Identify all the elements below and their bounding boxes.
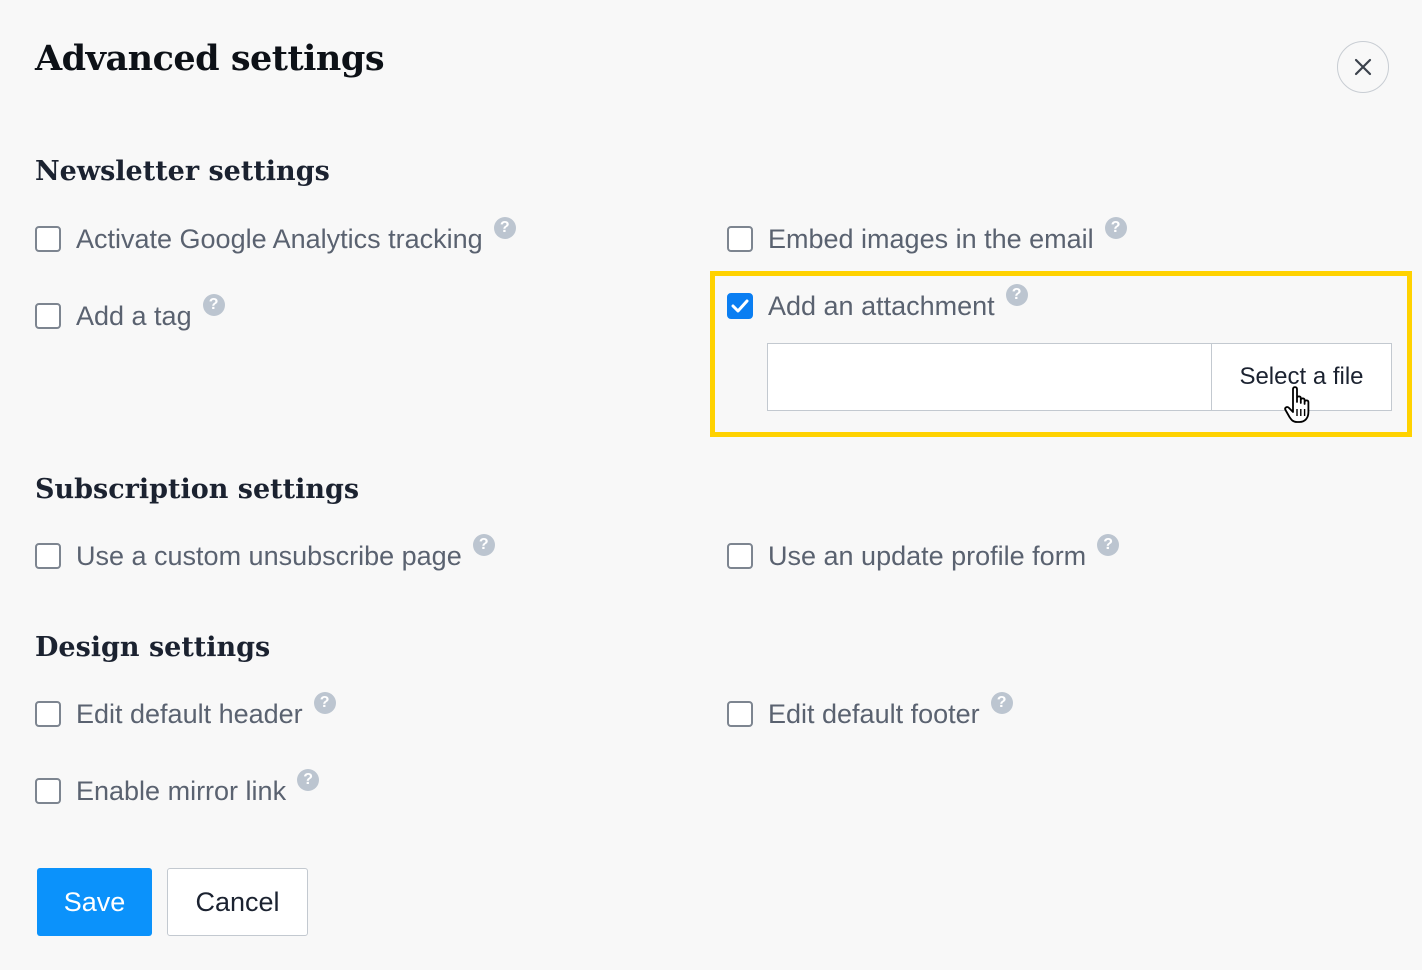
mirror-link-checkbox[interactable] [35, 778, 61, 804]
page-title: Advanced settings [35, 38, 385, 79]
newsletter-settings-heading: Newsletter settings [35, 156, 330, 187]
option-add-attachment[interactable]: Add an attachment ? [727, 284, 1028, 326]
custom-unsubscribe-label: Use a custom unsubscribe page [76, 540, 462, 571]
add-attachment-label: Add an attachment [768, 290, 995, 321]
google-analytics-checkbox[interactable] [35, 226, 61, 252]
close-button[interactable] [1337, 41, 1389, 93]
update-profile-label: Use an update profile form [768, 540, 1087, 571]
embed-images-checkbox[interactable] [727, 226, 753, 252]
select-file-button[interactable]: Select a file [1211, 344, 1391, 410]
help-icon[interactable]: ? [1104, 217, 1127, 239]
mirror-link-label: Enable mirror link [76, 775, 287, 806]
help-icon[interactable]: ? [1005, 284, 1028, 306]
help-icon[interactable]: ? [202, 294, 225, 316]
save-button[interactable]: Save [37, 868, 152, 936]
checkmark-icon [731, 299, 749, 313]
cancel-button[interactable]: Cancel [167, 868, 308, 936]
help-icon[interactable]: ? [990, 692, 1013, 714]
subscription-settings-heading: Subscription settings [35, 474, 360, 505]
option-custom-unsubscribe[interactable]: Use a custom unsubscribe page ? [35, 534, 495, 576]
help-icon[interactable]: ? [297, 769, 320, 791]
add-attachment-checkbox[interactable] [727, 293, 753, 319]
option-google-analytics[interactable]: Activate Google Analytics tracking ? [35, 217, 516, 259]
embed-images-label: Embed images in the email [768, 223, 1094, 254]
google-analytics-label: Activate Google Analytics tracking [76, 223, 483, 254]
default-footer-checkbox[interactable] [727, 701, 753, 727]
option-update-profile[interactable]: Use an update profile form ? [727, 534, 1120, 576]
custom-unsubscribe-checkbox[interactable] [35, 543, 61, 569]
option-add-tag[interactable]: Add a tag ? [35, 294, 225, 336]
add-tag-checkbox[interactable] [35, 303, 61, 329]
help-icon[interactable]: ? [493, 217, 516, 239]
design-settings-heading: Design settings [35, 632, 271, 663]
close-icon [1354, 58, 1372, 76]
update-profile-checkbox[interactable] [727, 543, 753, 569]
option-mirror-link[interactable]: Enable mirror link ? [35, 769, 320, 811]
default-header-checkbox[interactable] [35, 701, 61, 727]
default-footer-label: Edit default footer [768, 698, 980, 729]
help-icon[interactable]: ? [313, 692, 336, 714]
add-tag-label: Add a tag [76, 300, 192, 331]
option-default-footer[interactable]: Edit default footer ? [727, 692, 1013, 734]
help-icon[interactable]: ? [472, 534, 495, 556]
help-icon[interactable]: ? [1097, 534, 1120, 556]
option-embed-images[interactable]: Embed images in the email ? [727, 217, 1127, 259]
default-header-label: Edit default header [76, 698, 303, 729]
attachment-file-field: Select a file [767, 343, 1392, 411]
attachment-file-input[interactable] [768, 344, 1211, 410]
option-default-header[interactable]: Edit default header ? [35, 692, 336, 734]
